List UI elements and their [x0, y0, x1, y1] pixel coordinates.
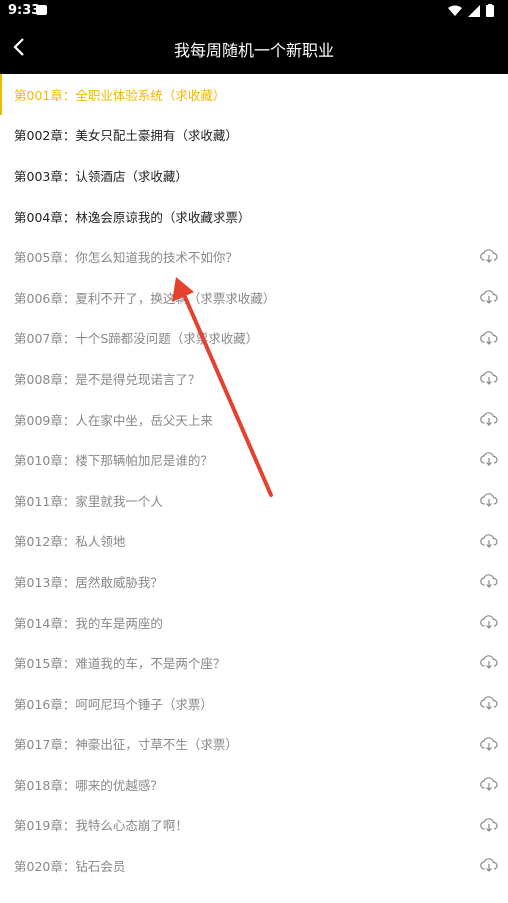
chapter-title: 第015章：难道我的车，不是两个座？ [14, 656, 226, 672]
cloud-download-icon[interactable] [480, 614, 498, 630]
chapter-item[interactable]: 第003章：认领酒店（求收藏） [0, 155, 508, 196]
cloud-download-icon[interactable] [480, 451, 498, 467]
chapter-title: 第009章：人在家中坐，岳父天上来 [14, 412, 213, 428]
chapter-title: 第001章：全职业体验系统（求收藏） [14, 87, 226, 103]
chapter-item[interactable]: 第002章：美女只配土豪拥有（求收藏） [0, 115, 508, 156]
status-icons [448, 4, 494, 17]
battery-icon [486, 4, 494, 17]
page-title: 我每周随机一个新职业 [173, 41, 334, 60]
cloud-download-icon[interactable] [480, 411, 498, 427]
chapter-item[interactable]: 第015章：难道我的车，不是两个座？ [0, 642, 508, 683]
chapter-item[interactable]: 第018章：哪来的优越感？ [0, 764, 508, 805]
signal-icon [468, 4, 480, 17]
chapter-title: 第016章：呵呵尼玛个锤子（求票） [14, 696, 213, 712]
cloud-download-icon[interactable] [480, 654, 498, 670]
cloud-download-icon[interactable] [480, 248, 498, 264]
chapter-item[interactable]: 第013章：居然敢威胁我？ [0, 561, 508, 602]
cloud-download-icon[interactable] [480, 857, 498, 873]
chapter-title: 第011章：家里就我一个人 [14, 493, 163, 509]
chapter-item[interactable]: 第010章：楼下那辆帕加尼是谁的？ [0, 439, 508, 480]
chapter-title: 第007章：十个S蹄都没问题（求票求收藏） [14, 331, 259, 347]
chapter-title: 第003章：认领酒店（求收藏） [14, 168, 188, 184]
cloud-download-icon[interactable] [480, 817, 498, 833]
cloud-download-icon[interactable] [480, 289, 498, 305]
chapter-title: 第010章：楼下那辆帕加尼是谁的？ [14, 453, 213, 469]
chapter-item[interactable]: 第019章：我特么心态崩了啊！ [0, 805, 508, 846]
cloud-download-icon[interactable] [480, 330, 498, 346]
chapter-item[interactable]: 第020章：钻石会员 [0, 845, 508, 886]
chapter-title: 第019章：我特么心态崩了啊！ [14, 818, 188, 834]
chapter-title: 第013章：居然敢威胁我？ [14, 574, 163, 590]
chapter-title: 第018章：哪来的优越感？ [14, 777, 163, 793]
chapter-item[interactable]: 第004章：林逸会原谅我的（求收藏求票） [0, 196, 508, 237]
chapter-item[interactable]: 第017章：神豪出征，寸草不生（求票） [0, 724, 508, 765]
chapter-item[interactable]: 第011章：家里就我一个人 [0, 480, 508, 521]
chapter-title: 第020章：钻石会员 [14, 859, 126, 875]
cloud-download-icon[interactable] [480, 776, 498, 792]
chapter-title: 第005章：你怎么知道我的技术不如你？ [14, 250, 238, 266]
wifi-icon [448, 5, 462, 16]
chapter-item[interactable]: 第014章：我的车是两座的 [0, 602, 508, 643]
chapter-title: 第002章：美女只配土豪拥有（求收藏） [14, 128, 238, 144]
chapter-title: 第004章：林逸会原谅我的（求收藏求票） [14, 209, 251, 225]
chapter-item[interactable]: 第012章：私人领地 [0, 521, 508, 562]
cloud-download-icon[interactable] [480, 573, 498, 589]
chapter-title: 第014章：我的车是两座的 [14, 615, 163, 631]
chapter-item[interactable]: 第005章：你怎么知道我的技术不如你？ [0, 236, 508, 277]
notification-icon [36, 5, 47, 15]
chapter-item[interactable]: 第008章：是不是得兑现诺言了？ [0, 358, 508, 399]
cloud-download-icon[interactable] [480, 492, 498, 508]
chapter-title: 第012章：私人领地 [14, 534, 126, 550]
chapter-item[interactable]: 第006章：夏利不开了，换这辆（求票求收藏） [0, 277, 508, 318]
chapter-item[interactable]: 第001章：全职业体验系统（求收藏） [0, 74, 508, 115]
app-header: 我每周随机一个新职业 [0, 22, 508, 74]
chapter-item[interactable]: 第007章：十个S蹄都没问题（求票求收藏） [0, 318, 508, 359]
cloud-download-icon[interactable] [480, 370, 498, 386]
chapter-item[interactable]: 第016章：呵呵尼玛个锤子（求票） [0, 683, 508, 724]
status-bar: 9:33 [0, 0, 508, 22]
cloud-download-icon[interactable] [480, 736, 498, 752]
chapter-title: 第008章：是不是得兑现诺言了？ [14, 371, 201, 387]
cloud-download-icon[interactable] [480, 695, 498, 711]
chapter-list: 第001章：全职业体验系统（求收藏） 第002章：美女只配土豪拥有（求收藏） 第00… [0, 74, 508, 886]
chapter-title: 第006章：夏利不开了，换这辆（求票求收藏） [14, 290, 276, 306]
chapter-item[interactable]: 第009章：人在家中坐，岳父天上来 [0, 399, 508, 440]
chapter-title: 第017章：神豪出征，寸草不生（求票） [14, 737, 238, 753]
cloud-download-icon[interactable] [480, 533, 498, 549]
